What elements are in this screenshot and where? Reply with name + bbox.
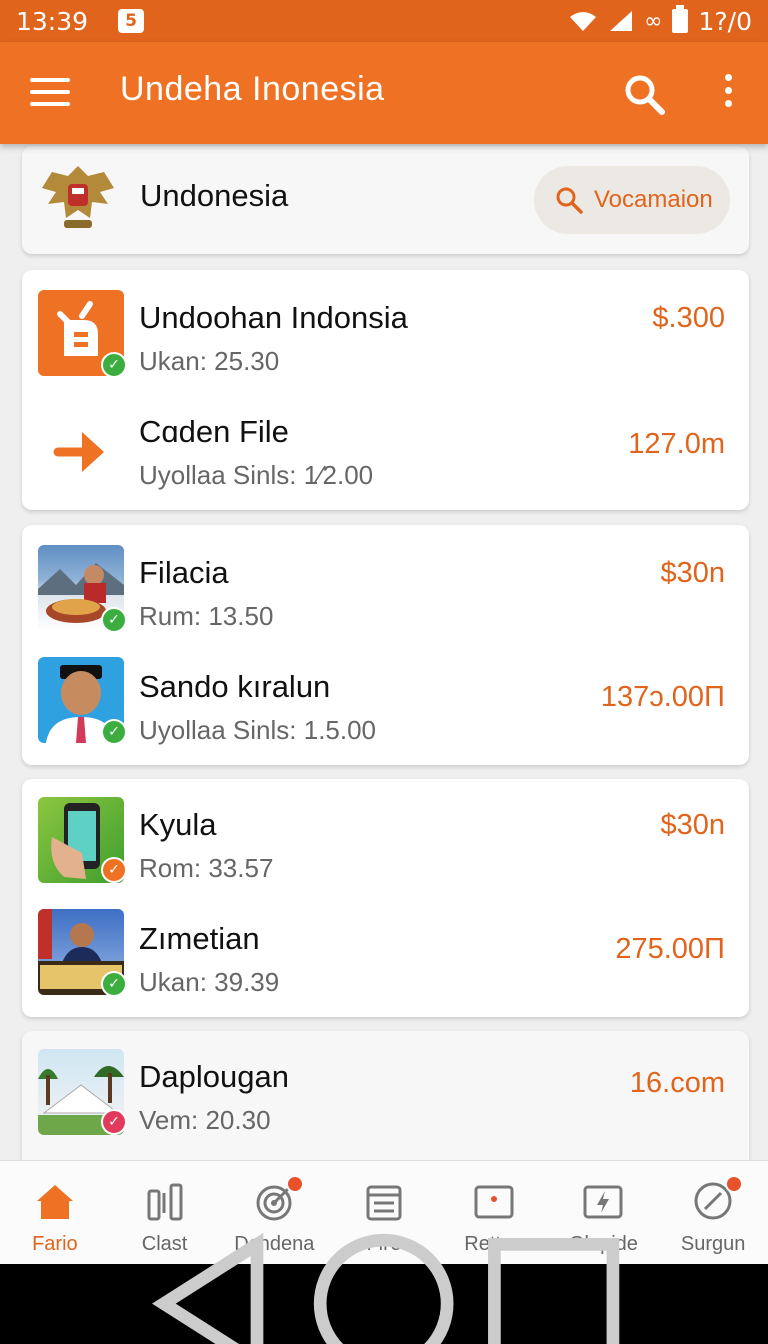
recents-icon[interactable]: [469, 1219, 638, 1344]
header-card: Undonesia Vocamaion: [22, 146, 749, 254]
list-item[interactable]: ✓ Filacia Rum: 13.50 $30n: [22, 525, 749, 639]
item-subtitle: Uyollaa Sinls: 1⁄2.00: [139, 460, 374, 490]
columns-icon: [147, 1183, 183, 1221]
list-item[interactable]: ✓ Sando kıralun Uyollaa Sinls: 1.5.00 13…: [22, 639, 749, 753]
list-item[interactable]: ✓ Zımetian Ukan: 39.39 275.00Π: [22, 891, 749, 1005]
item-title: Sando kıralun: [139, 669, 331, 704]
item-title: Cɑden File: [139, 414, 289, 449]
item-subtitle: Rum: 13.50: [139, 601, 274, 631]
notification-dot: [725, 1175, 744, 1193]
check-badge-icon: ✓: [101, 607, 127, 633]
item-price: 137ɔ.00Π: [600, 681, 725, 713]
search-icon[interactable]: [620, 70, 668, 118]
item-title: Daplougan: [139, 1059, 289, 1094]
back-icon[interactable]: [130, 1219, 299, 1344]
nav-label: Fario: [32, 1233, 78, 1255]
check-badge-icon: ✓: [101, 857, 127, 883]
more-options-icon[interactable]: [716, 74, 740, 114]
item-subtitle: Vem: 20.30: [139, 1105, 271, 1135]
check-badge-icon: ✓: [101, 352, 127, 378]
status-time: 13:39: [16, 6, 89, 36]
list-item[interactable]: ✓ Daplougan Vem: 20.30 16.com: [22, 1031, 749, 1145]
item-price: $30n: [660, 557, 725, 589]
menu-icon[interactable]: [30, 78, 70, 108]
item-price: 127.0m: [628, 428, 725, 460]
nav-label: Surgun: [680, 1233, 746, 1255]
nav-item-home[interactable]: Fario: [0, 1161, 110, 1264]
list-item[interactable]: Cɑden File Uyollaa Sinls: 1⁄2.00 127.0m: [22, 388, 749, 502]
item-title: Zımetian: [139, 921, 260, 956]
item-subtitle: Ukan: 39.39: [139, 967, 280, 997]
region-name: Undonesia: [140, 178, 289, 213]
item-title: Kyula: [139, 807, 217, 842]
item-price: $.300: [652, 302, 725, 334]
list-item[interactable]: ✓ Undoohan Indonsia Ukan: 25.30 $.300: [22, 270, 749, 384]
home-icon: [36, 1185, 73, 1219]
notification-icon: 5: [118, 9, 145, 33]
arrow-right-icon: [53, 432, 104, 472]
home-circle-icon[interactable]: [299, 1219, 468, 1344]
item-title: Filacia: [139, 555, 229, 590]
list-item[interactable]: ✓ Kyula Rom: 33.57 $30n: [22, 779, 749, 893]
item-price: 16.com: [629, 1067, 725, 1099]
search-pill-button[interactable]: Vocamaion: [534, 166, 730, 234]
calendar-icon: [366, 1185, 402, 1221]
battery-icon: [672, 5, 689, 33]
flash-card-icon: [583, 1185, 623, 1219]
search-icon: [556, 187, 583, 214]
check-badge-icon: ✓: [101, 719, 127, 745]
item-title: Undoohan Indonsia: [139, 300, 408, 335]
garuda-emblem-icon: [42, 166, 114, 228]
check-badge-icon: ✓: [101, 971, 127, 997]
status-bar: 13:39 5 ∞ 1?/0: [0, 0, 768, 42]
signal-icon: [610, 11, 633, 31]
list-card: ✓ Undoohan Indonsia Ukan: 25.30 $.300 Cɑ…: [22, 270, 749, 510]
app-title: Undeha Inonesia: [120, 70, 385, 108]
item-price: 275.00Π: [615, 933, 725, 965]
search-pill-label: Vocamaion: [594, 186, 713, 213]
check-badge-icon: ✓: [101, 1109, 127, 1135]
app-bar: Undeha Inonesia: [0, 42, 768, 144]
list-card: ✓ Daplougan Vem: 20.30 16.com: [22, 1031, 749, 1171]
item-price: $30n: [660, 809, 725, 841]
notification-dot: [286, 1175, 305, 1193]
card-icon: [474, 1185, 514, 1219]
wifi-icon: [570, 12, 597, 31]
item-subtitle: Ukan: 25.30: [139, 346, 280, 376]
status-icons: ∞ 1?/0: [568, 5, 752, 36]
battery-level: 1?/0: [698, 6, 752, 36]
item-subtitle: Rom: 33.57: [139, 853, 274, 883]
system-nav-bar: [0, 1233, 768, 1344]
list-card: ✓ Filacia Rum: 13.50 $30n ✓ Sando kıralu…: [22, 525, 749, 765]
item-subtitle: Uyollaa Sinls: 1.5.00: [139, 715, 377, 745]
link-icon: ∞: [644, 8, 663, 34]
list-card: ✓ Kyula Rom: 33.57 $30n ✓ Zımetian Ukan:…: [22, 779, 749, 1017]
nav-item-surgun[interactable]: Surgun: [658, 1161, 768, 1264]
